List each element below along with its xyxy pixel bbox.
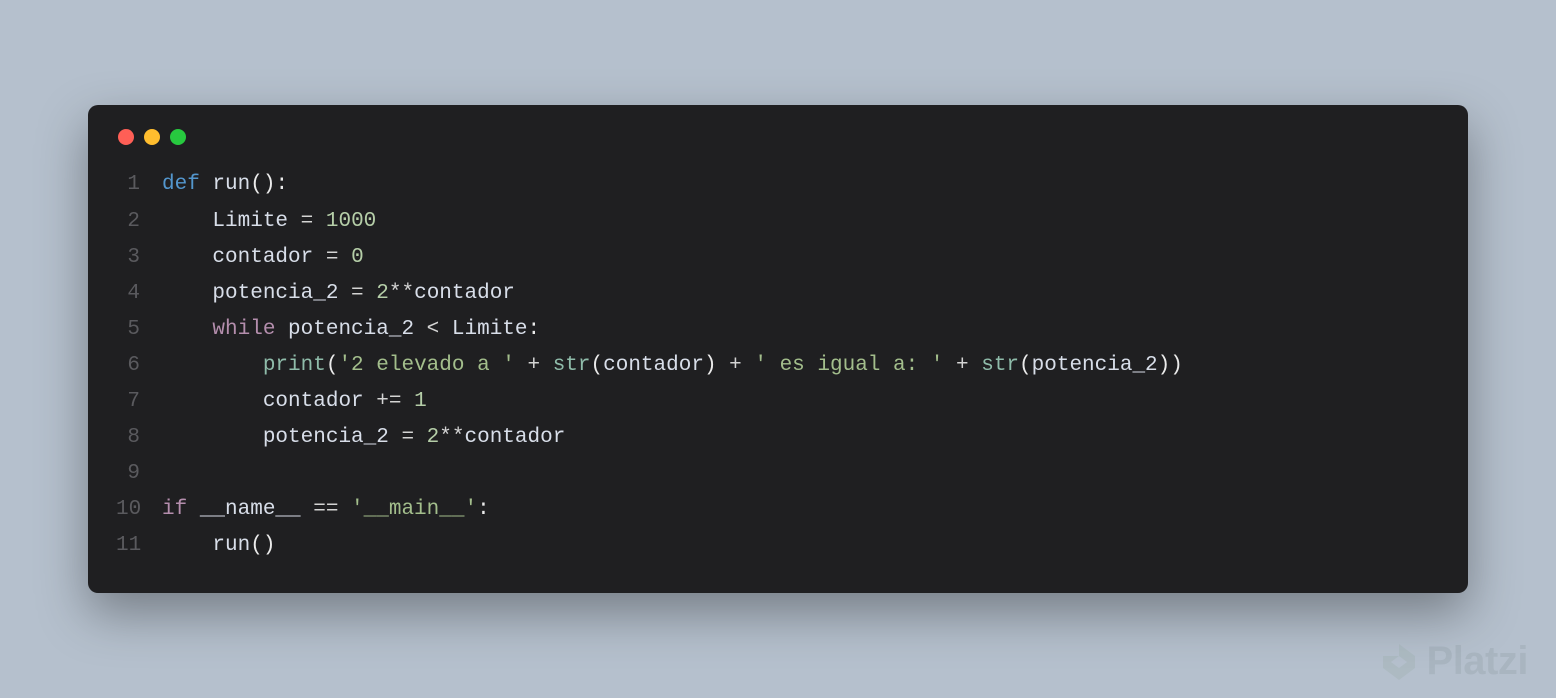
code-token: ) <box>704 354 717 377</box>
code-token: = <box>326 246 351 269</box>
code-line: 8 potencia_2 = 2**contador <box>116 420 1440 456</box>
line-number: 10 <box>116 492 162 528</box>
code-token: contador <box>414 282 515 305</box>
line-number: 1 <box>116 167 162 203</box>
code-token: if <box>162 498 200 521</box>
code-token <box>162 426 263 449</box>
code-token: '2 elevado a ' <box>338 354 514 377</box>
line-number: 9 <box>116 456 162 492</box>
platzi-logo-icon <box>1379 642 1419 682</box>
minimize-icon[interactable] <box>144 129 160 145</box>
code-token: + <box>717 354 755 377</box>
line-content: while potencia_2 < Limite: <box>162 312 1440 348</box>
code-token: ( <box>591 354 604 377</box>
code-line: 9 <box>116 456 1440 492</box>
line-content: Limite = 1000 <box>162 204 1440 240</box>
code-token: str <box>981 354 1019 377</box>
code-token: + <box>515 354 553 377</box>
code-token: == <box>313 498 351 521</box>
code-token: while <box>212 318 288 341</box>
code-token <box>162 534 212 557</box>
code-token <box>162 246 212 269</box>
window-titlebar <box>116 129 1440 145</box>
code-token: 2 <box>427 426 440 449</box>
line-content: print('2 elevado a ' + str(contador) + '… <box>162 348 1440 384</box>
code-line: 5 while potencia_2 < Limite: <box>116 312 1440 348</box>
code-line: 7 contador += 1 <box>116 384 1440 420</box>
maximize-icon[interactable] <box>170 129 186 145</box>
code-token: contador <box>603 354 704 377</box>
code-token: run <box>212 534 250 557</box>
code-token: print <box>263 354 326 377</box>
code-token <box>162 318 212 341</box>
line-content: if __name__ == '__main__': <box>162 492 1440 528</box>
code-token: potencia_2 <box>1032 354 1158 377</box>
line-number: 5 <box>116 312 162 348</box>
code-token: ( <box>326 354 339 377</box>
code-token: 2 <box>376 282 389 305</box>
code-token: potencia_2 <box>212 282 351 305</box>
code-token: def <box>162 173 212 196</box>
code-token: '__main__' <box>351 498 477 521</box>
code-token: (): <box>250 173 288 196</box>
code-window: 1def run():2 Limite = 10003 contador = 0… <box>88 105 1468 592</box>
code-token: ** <box>439 426 464 449</box>
code-token: : <box>477 498 490 521</box>
code-token: run <box>212 173 250 196</box>
line-content <box>162 456 1440 492</box>
code-token: += <box>376 390 414 413</box>
line-number: 3 <box>116 240 162 276</box>
code-line: 6 print('2 elevado a ' + str(contador) +… <box>116 348 1440 384</box>
code-token: Limite <box>212 210 300 233</box>
line-number: 7 <box>116 384 162 420</box>
code-token: 0 <box>351 246 364 269</box>
code-token: + <box>943 354 981 377</box>
code-token: () <box>250 534 275 557</box>
code-line: 3 contador = 0 <box>116 240 1440 276</box>
line-content: run() <box>162 528 1440 564</box>
code-token: potencia_2 <box>263 426 402 449</box>
code-token <box>162 390 263 413</box>
line-number: 11 <box>116 528 162 564</box>
code-token: = <box>351 282 376 305</box>
code-token: Limite <box>452 318 528 341</box>
code-token: contador <box>212 246 325 269</box>
code-token <box>162 210 212 233</box>
code-token: : <box>528 318 541 341</box>
code-token: potencia_2 <box>288 318 427 341</box>
code-token: ( <box>1019 354 1032 377</box>
code-token: ** <box>389 282 414 305</box>
code-token: = <box>301 210 326 233</box>
line-content: potencia_2 = 2**contador <box>162 420 1440 456</box>
code-token: str <box>553 354 591 377</box>
code-token: contador <box>263 390 376 413</box>
code-block: 1def run():2 Limite = 10003 contador = 0… <box>116 167 1440 564</box>
line-content: potencia_2 = 2**contador <box>162 276 1440 312</box>
line-content: contador = 0 <box>162 240 1440 276</box>
watermark: Platzi <box>1379 639 1528 684</box>
line-number: 8 <box>116 420 162 456</box>
code-token: 1000 <box>326 210 376 233</box>
code-line: 1def run(): <box>116 167 1440 203</box>
line-number: 2 <box>116 204 162 240</box>
code-token: __name__ <box>200 498 313 521</box>
line-number: 6 <box>116 348 162 384</box>
code-token: < <box>427 318 452 341</box>
line-content: contador += 1 <box>162 384 1440 420</box>
code-token <box>162 282 212 305</box>
code-line: 2 Limite = 1000 <box>116 204 1440 240</box>
code-line: 11 run() <box>116 528 1440 564</box>
line-number: 4 <box>116 276 162 312</box>
line-content: def run(): <box>162 167 1440 203</box>
code-token: ' es igual a: ' <box>754 354 943 377</box>
watermark-text: Platzi <box>1427 639 1528 684</box>
code-token: 1 <box>414 390 427 413</box>
code-token: contador <box>465 426 566 449</box>
close-icon[interactable] <box>118 129 134 145</box>
code-line: 4 potencia_2 = 2**contador <box>116 276 1440 312</box>
code-token: = <box>401 426 426 449</box>
code-line: 10if __name__ == '__main__': <box>116 492 1440 528</box>
code-token: )) <box>1158 354 1183 377</box>
code-token <box>162 354 263 377</box>
